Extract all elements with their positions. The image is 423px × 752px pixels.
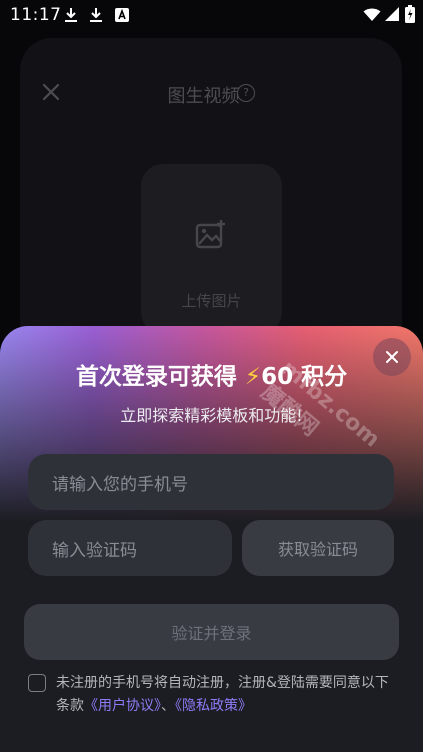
download-icon xyxy=(65,8,77,22)
verification-code-input[interactable]: 输入验证码 xyxy=(28,520,232,576)
status-time: 11:17 xyxy=(10,5,62,25)
login-sheet: 首次登录可获得 ⚡60 积分 立即探索精彩模板和功能! 请输入您的手机号 输入验… xyxy=(0,326,423,752)
verify-login-button[interactable]: 验证并登录 xyxy=(24,604,399,660)
page-title: 图生视频 xyxy=(167,86,240,107)
agreement-text: 未注册的手机号将自动注册，注册&登陆需要同意以下条款《用户协议》、《隐私政策》 xyxy=(56,675,389,714)
battery-icon xyxy=(405,5,415,23)
status-bar: 11:17 xyxy=(0,0,423,30)
user-agreement-link[interactable]: 《用户协议》 xyxy=(84,698,161,714)
phone-placeholder: 请输入您的手机号 xyxy=(52,474,188,495)
agreement-checkbox[interactable] xyxy=(28,674,46,692)
help-icon[interactable]: ? xyxy=(237,84,255,102)
sheet-title: 首次登录可获得 ⚡60 积分 xyxy=(75,364,348,390)
get-code-button[interactable]: 获取验证码 xyxy=(242,520,394,576)
upload-image-label: 上传图片 xyxy=(181,292,242,310)
signal-icon xyxy=(385,7,399,21)
wifi-icon xyxy=(363,8,381,21)
code-placeholder: 输入验证码 xyxy=(52,540,137,561)
phone-input[interactable]: 请输入您的手机号 xyxy=(28,454,394,510)
add-image-icon xyxy=(195,220,225,249)
lightning-icon: ⚡ xyxy=(244,364,262,390)
privacy-policy-link[interactable]: 《隐私政策》 xyxy=(175,698,252,714)
download-icon xyxy=(90,8,102,22)
screen: 11:17 图生视频 ? 上传图片 首次登录可获得 ⚡60 积分 立即探索精彩模… xyxy=(0,0,423,752)
a-badge-icon xyxy=(115,8,129,22)
